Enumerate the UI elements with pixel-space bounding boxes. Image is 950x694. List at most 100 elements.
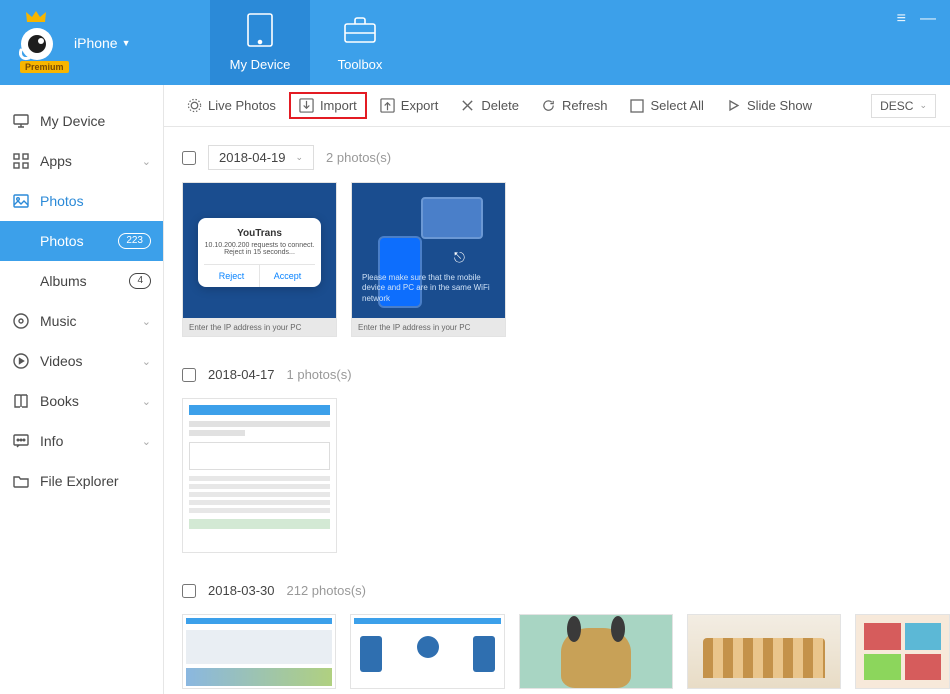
play-circle-icon <box>12 352 30 370</box>
sidebar-subitem-photos[interactable]: Photos 223 <box>0 221 163 261</box>
button-label: Import <box>320 98 357 113</box>
button-label: Slide Show <box>747 98 812 113</box>
slide-show-button[interactable]: Slide Show <box>717 93 821 118</box>
premium-badge: Premium <box>20 61 69 73</box>
button-label: Delete <box>481 98 519 113</box>
sidebar-item-music[interactable]: Music ⌄ <box>0 301 163 341</box>
sidebar-item-books[interactable]: Books ⌄ <box>0 381 163 421</box>
tab-label: Toolbox <box>338 57 383 72</box>
sidebar-label: Photos <box>40 233 84 249</box>
chevron-down-icon: ⌄ <box>142 315 151 328</box>
chevron-down-icon: ⌄ <box>142 395 151 408</box>
refresh-button[interactable]: Refresh <box>532 93 617 118</box>
select-all-button[interactable]: Select All <box>620 93 712 118</box>
import-button[interactable]: Import <box>289 92 367 119</box>
device-name-label: iPhone <box>74 35 118 51</box>
count-badge: 223 <box>118 233 151 249</box>
photo-count-label: 2 photos(s) <box>326 150 391 165</box>
group-checkbox[interactable] <box>182 368 196 382</box>
toolbar: Live Photos Import Export Delete Refresh… <box>164 85 950 127</box>
sidebar-label: Info <box>40 433 63 449</box>
sidebar: My Device Apps ⌄ Photos Photos 223 Album… <box>0 85 164 694</box>
book-icon <box>12 392 30 410</box>
date-label: 2018-04-19 <box>219 150 286 165</box>
image-icon <box>12 192 30 210</box>
sidebar-label: Music <box>40 313 77 329</box>
date-label: 2018-04-17 <box>208 363 275 386</box>
group-checkbox[interactable] <box>182 584 196 598</box>
photo-thumbnail[interactable]: ⎋ Please make sure that the mobile devic… <box>351 182 506 337</box>
chevron-down-icon: ⌄ <box>919 100 927 111</box>
button-label: Live Photos <box>208 98 276 113</box>
sidebar-item-my-device[interactable]: My Device <box>0 101 163 141</box>
tab-my-device[interactable]: My Device <box>210 0 310 85</box>
folder-icon <box>12 472 30 490</box>
chat-icon <box>12 432 30 450</box>
sidebar-item-photos[interactable]: Photos <box>0 181 163 221</box>
sidebar-label: File Explorer <box>40 473 119 489</box>
date-group-header: 2018-04-17 1 photos(s) <box>182 363 950 386</box>
toolbox-icon <box>343 13 377 47</box>
import-icon <box>299 98 314 113</box>
tab-label: My Device <box>230 57 291 72</box>
date-dropdown[interactable]: 2018-04-19 ⌄ <box>208 145 314 170</box>
grid-icon <box>12 152 30 170</box>
photo-thumbnail[interactable] <box>855 614 950 689</box>
live-photos-button[interactable]: Live Photos <box>178 93 285 118</box>
device-selector[interactable]: iPhone ▼ <box>74 35 131 51</box>
minimize-icon[interactable]: — <box>920 10 936 28</box>
play-icon <box>726 98 741 113</box>
photo-thumbnail[interactable] <box>519 614 673 689</box>
chevron-down-icon: ▼ <box>122 38 131 48</box>
live-photos-icon <box>187 98 202 113</box>
chevron-down-icon: ⌄ <box>142 355 151 368</box>
sidebar-subitem-albums[interactable]: Albums 4 <box>0 261 163 301</box>
sidebar-label: Videos <box>40 353 83 369</box>
photo-thumbnail[interactable] <box>182 398 337 553</box>
tablet-icon <box>243 13 277 47</box>
photo-count-label: 1 photos(s) <box>287 367 352 382</box>
export-icon <box>380 98 395 113</box>
window-controls: ≡ — <box>897 0 950 85</box>
sort-label: DESC <box>880 99 913 113</box>
menu-icon[interactable]: ≡ <box>897 10 906 28</box>
sort-dropdown[interactable]: DESC ⌄ <box>871 94 936 118</box>
sidebar-label: Apps <box>40 153 72 169</box>
group-checkbox[interactable] <box>182 151 196 165</box>
count-badge: 4 <box>129 273 151 289</box>
date-group-header: 2018-03-30 212 photos(s) <box>182 579 950 602</box>
header-tabs: My Device Toolbox <box>210 0 410 85</box>
photo-thumbnail[interactable] <box>687 614 841 689</box>
disc-icon <box>12 312 30 330</box>
logo-area: Premium iPhone ▼ <box>0 0 210 85</box>
photo-content: 2018-04-19 ⌄ 2 photos(s) YouTrans 10.10.… <box>164 127 950 694</box>
app-logo-icon: Premium <box>15 20 60 65</box>
date-group-header: 2018-04-19 ⌄ 2 photos(s) <box>182 145 950 170</box>
chevron-down-icon: ⌄ <box>296 152 304 163</box>
photo-thumbnail[interactable] <box>182 614 336 689</box>
photo-thumbnail[interactable]: YouTrans 10.10.200.200 requests to conne… <box>182 182 337 337</box>
export-button[interactable]: Export <box>371 93 448 118</box>
tab-toolbox[interactable]: Toolbox <box>310 0 410 85</box>
sidebar-label: My Device <box>40 113 105 129</box>
app-header: Premium iPhone ▼ My Device Toolbox ≡ — <box>0 0 950 85</box>
sidebar-label: Albums <box>40 273 87 289</box>
photo-thumbnail[interactable] <box>350 614 504 689</box>
sidebar-item-info[interactable]: Info ⌄ <box>0 421 163 461</box>
delete-button[interactable]: Delete <box>451 93 528 118</box>
button-label: Refresh <box>562 98 608 113</box>
photo-count-label: 212 photos(s) <box>287 583 367 598</box>
chevron-down-icon: ⌄ <box>142 155 151 168</box>
date-label: 2018-03-30 <box>208 579 275 602</box>
checkbox-icon <box>629 98 644 113</box>
chevron-down-icon: ⌄ <box>142 435 151 448</box>
button-label: Export <box>401 98 439 113</box>
sidebar-label: Books <box>40 393 79 409</box>
button-label: Select All <box>650 98 703 113</box>
sidebar-label: Photos <box>40 193 84 209</box>
main-panel: Live Photos Import Export Delete Refresh… <box>164 85 950 694</box>
sidebar-item-file-explorer[interactable]: File Explorer <box>0 461 163 501</box>
sidebar-item-apps[interactable]: Apps ⌄ <box>0 141 163 181</box>
close-icon <box>460 98 475 113</box>
sidebar-item-videos[interactable]: Videos ⌄ <box>0 341 163 381</box>
